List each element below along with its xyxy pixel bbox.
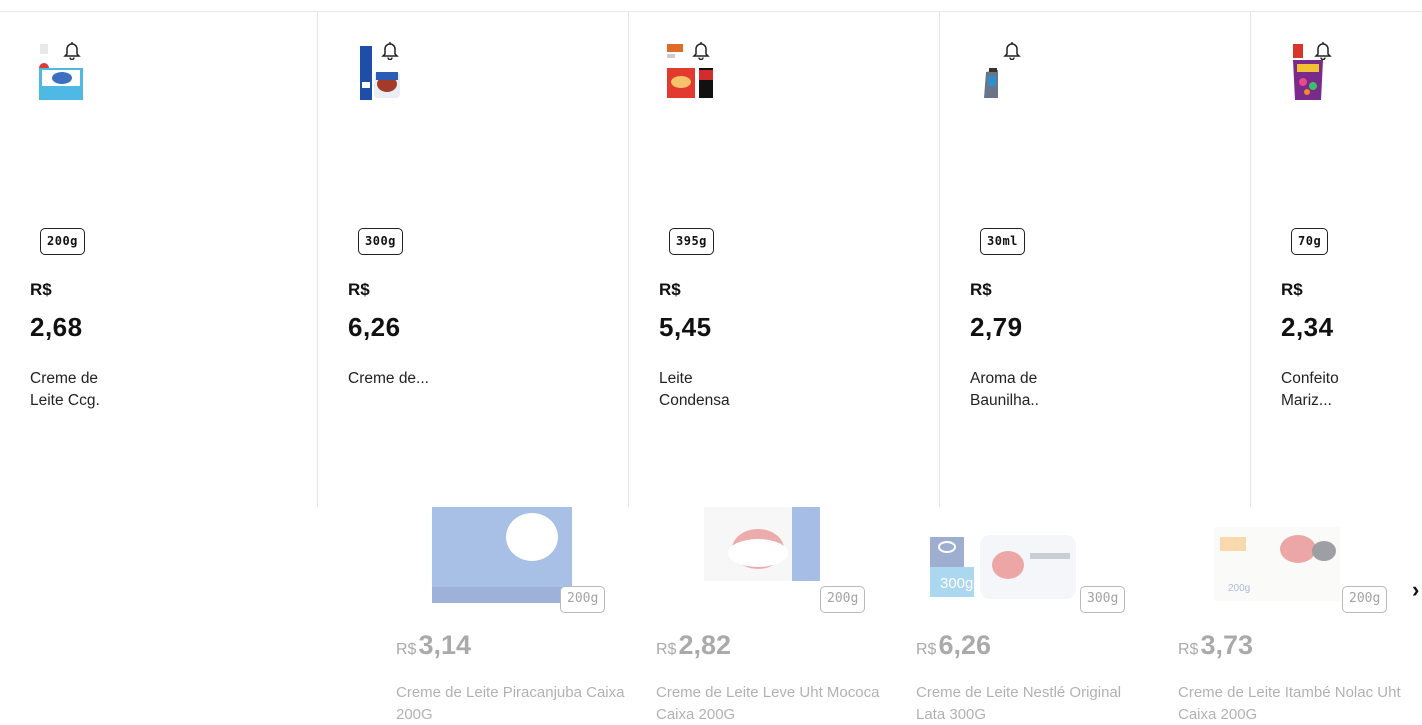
price-value: 5,45 [659,312,712,342]
size-badge: 70g [1291,228,1329,255]
bell-icon[interactable] [1313,40,1333,60]
price-value: 6,26 [348,312,401,342]
price-currency: R$ [656,641,677,658]
product-card[interactable]: 395g R$ 5,45 Leite Condensa [629,12,940,507]
price-currency: R$ [1178,641,1199,658]
product-name[interactable]: Leite Condensa [659,368,759,412]
carousel-product-name[interactable]: Creme de Leite Piracanjuba Caixa 200G [396,682,626,725]
product-card[interactable]: 300g R$ 6,26 Creme de... [318,12,629,507]
carousel-product-card[interactable]: 200g R$2,82 Creme de Leite Leve Uht Moco… [656,507,886,725]
size-badge: 395g [669,228,714,255]
size-badge: 30ml [980,228,1025,255]
chevron-right-icon[interactable]: › [1412,577,1419,603]
price-currency: R$ [348,280,370,299]
size-badge: 300g [358,228,403,255]
price-currency: R$ [396,641,417,658]
carousel-product-card[interactable]: 200g 200g R$3,73 Creme de Leite Itambé N… [1178,507,1408,725]
carousel-price: R$2,82 [656,630,731,661]
product-name[interactable]: Creme de Leite Ccg. [30,368,130,412]
carousel-price: R$6,26 [916,630,991,661]
carousel-image-label: 200g [1228,583,1250,594]
price-value: 6,26 [938,630,992,660]
price-currency: R$ [916,641,937,658]
price-value: 3,14 [418,630,472,660]
size-badge: 200g [560,586,606,613]
carousel-product-card[interactable]: 300g 300g R$6,26 Creme de Leite Nestlé O… [916,507,1146,725]
size-badge: 200g [40,228,85,255]
price-currency: R$ [1281,280,1303,299]
product-card[interactable]: 30ml R$ 2,79 Aroma de Baunilha.. [940,12,1251,507]
carousel-product-name[interactable]: Creme de Leite Itambé Nolac Uht Caixa 20… [1178,682,1408,725]
carousel-product-name[interactable]: Creme de Leite Nestlé Original Lata 300G [916,682,1146,725]
bell-icon[interactable] [62,40,82,60]
bell-icon[interactable] [691,40,711,60]
price-currency: R$ [659,280,681,299]
carousel-product-card[interactable]: 200 200g R$3,14 Creme de Leite Piracanju… [396,507,626,725]
product-name[interactable]: Aroma de Baunilha.. [970,368,1070,412]
price-currency: R$ [30,280,52,299]
price-value: 2,79 [970,312,1023,342]
price-value: 3,73 [1200,630,1254,660]
carousel-price: R$3,14 [396,630,471,661]
product-grid: 200g R$ 2,68 Creme de Leite Ccg. 300g R$… [0,12,1422,507]
size-badge: 300g [1080,586,1126,613]
recommendation-carousel: 200 200g R$3,14 Creme de Leite Piracanju… [0,507,1422,725]
product-card[interactable]: 200g R$ 2,68 Creme de Leite Ccg. [0,12,318,507]
carousel-image-label: 300g [940,575,973,592]
product-name[interactable]: Confeito Mariz... [1281,368,1381,412]
carousel-price: R$3,73 [1178,630,1253,661]
carousel-product-name[interactable]: Creme de Leite Leve Uht Mococa Caixa 200… [656,682,886,725]
product-name[interactable]: Creme de... [348,368,448,390]
bell-icon[interactable] [1002,40,1022,60]
size-badge: 200g [1342,586,1388,613]
carousel-product-image[interactable]: 300g [930,507,1080,605]
size-badge: 200g [820,586,866,613]
price-value: 2,34 [1281,312,1334,342]
product-card[interactable]: 70g R$ 2,34 Confeito Mariz... [1251,12,1422,507]
price-value: 2,82 [678,630,732,660]
bell-icon[interactable] [380,40,400,60]
price-value: 2,68 [30,312,83,342]
price-currency: R$ [970,280,992,299]
